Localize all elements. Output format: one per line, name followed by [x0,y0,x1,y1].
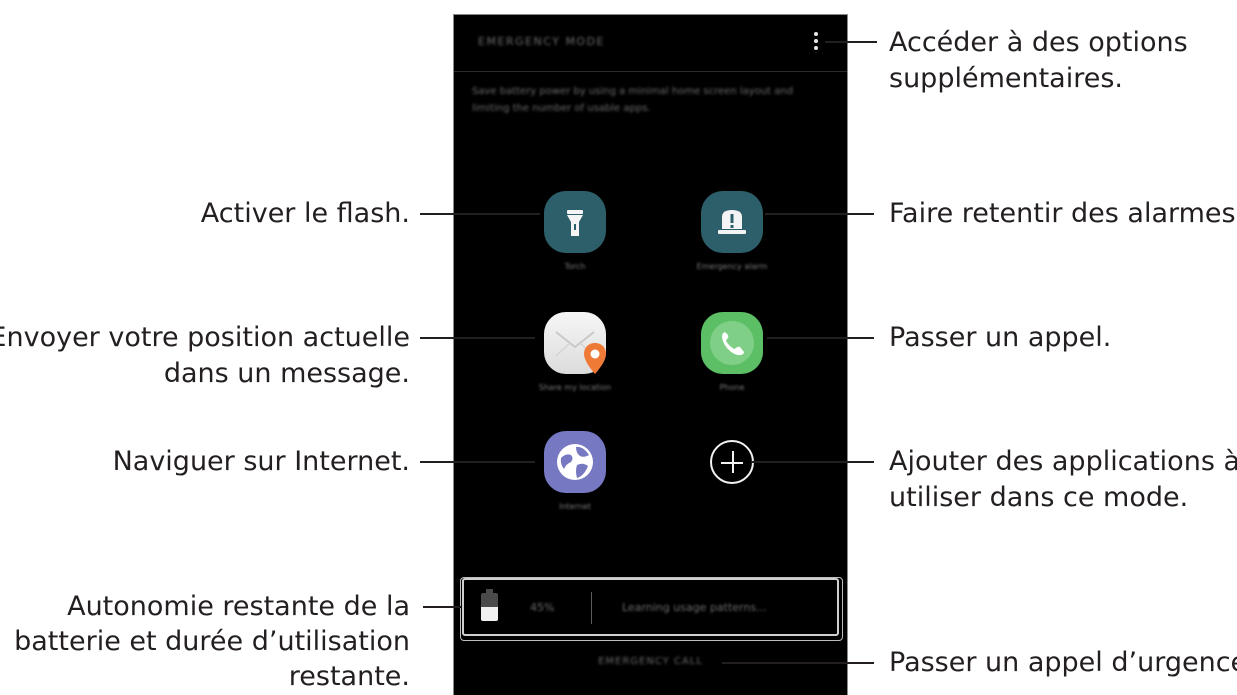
emergency-call-callout: Passer un appel d’urgence. [889,647,1237,678]
torch-app[interactable]: Torch [515,191,635,273]
internet-callout: Naviguer sur Internet. [112,446,410,477]
globe-icon [544,431,606,493]
call-leader-line [767,337,874,339]
torch-label: Torch [564,262,586,271]
location-leader-line [420,337,535,339]
alarm-label: Emergency alarm [696,262,768,271]
add-apps-leader-line [751,461,874,463]
emergency-call-leader-line [722,662,874,664]
phone-icon [701,312,763,374]
call-callout: Passer un appel. [889,322,1112,353]
battery-callout: Autonomie restante de la batterie et dur… [14,591,410,692]
phone-label: Phone [719,383,745,392]
envelope-icon [544,312,606,374]
options-leader-line [825,41,877,43]
flash-callout: Activer le flash. [200,198,410,229]
emergency-alarm-app[interactable]: Emergency alarm [672,191,792,273]
location-callout: Envoyer votre position actuelle dans un … [0,322,410,389]
options-callout: Accéder à des options supplémentaires. [889,27,1188,94]
battery-highlight-frame [460,577,843,641]
share-location-label: Share my location [538,383,612,392]
alarms-leader-line [765,213,874,215]
more-options-icon[interactable] [809,30,823,52]
internet-app[interactable]: Internet [515,431,635,513]
flash-leader-line [420,213,540,215]
internet-leader-line [420,461,535,463]
plus-icon [710,440,754,484]
add-apps-callout: Ajouter des applications à utiliser dans… [889,446,1237,513]
battery-leader-line [423,606,461,608]
alarms-callout: Faire retentir des alarmes. [889,198,1237,229]
share-location-app[interactable]: Share my location [515,312,635,394]
mode-description: Save battery power by using a minimal ho… [472,86,794,114]
internet-label: Internet [559,502,591,511]
alarm-icon [701,191,763,253]
top-bar: EMERGENCY MODE [454,15,847,72]
location-pin-icon [584,343,606,374]
mode-title: EMERGENCY MODE [478,35,606,48]
phone-app[interactable]: Phone [672,312,792,394]
torch-icon [544,191,606,253]
